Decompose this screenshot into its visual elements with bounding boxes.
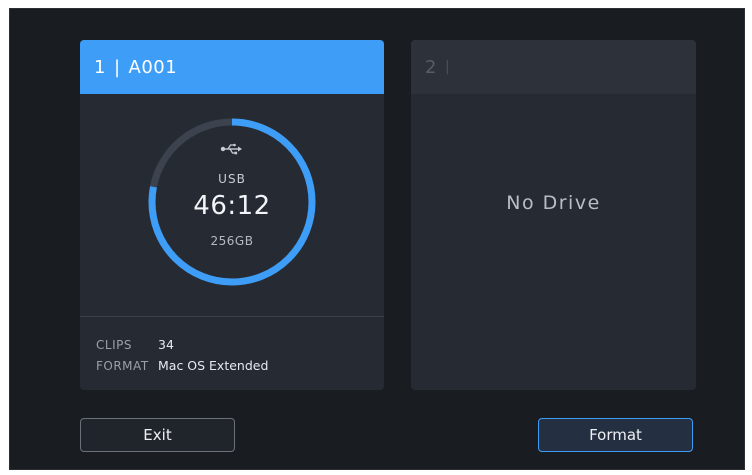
- info-row-clips: CLIPS 34: [96, 334, 268, 355]
- slot-1-divider: [80, 316, 384, 317]
- slot-1-header[interactable]: 1 | A001: [80, 40, 384, 94]
- no-drive-status: No Drive: [506, 192, 601, 214]
- clips-label: CLIPS: [96, 337, 132, 352]
- format-value: Mac OS Extended: [158, 358, 269, 373]
- format-button[interactable]: Format: [538, 418, 693, 452]
- slot-1-separator: |: [113, 56, 121, 78]
- remaining-time: 46:12: [193, 191, 271, 221]
- slot-1-name: A001: [128, 56, 178, 78]
- storage-manager-screen: 1 | A001 USB 46:12 256GB CLIPS 34 FORMAT…: [9, 8, 745, 470]
- slot-2-number: 2: [425, 56, 437, 78]
- capacity-ring-area: USB 46:12 256GB: [80, 94, 384, 316]
- format-label: FORMAT: [96, 358, 149, 373]
- slot-1-number: 1: [94, 56, 106, 78]
- exit-button[interactable]: Exit: [80, 418, 235, 452]
- drive-capacity: 256GB: [210, 234, 254, 248]
- usb-icon: [220, 143, 242, 155]
- clips-value: 34: [158, 337, 174, 352]
- slot-1-info: CLIPS 34 FORMAT Mac OS Extended: [96, 334, 268, 376]
- connection-type: USB: [218, 172, 246, 186]
- slot-2-separator: |: [444, 59, 451, 75]
- info-row-format: FORMAT Mac OS Extended: [96, 355, 268, 376]
- media-slot-1[interactable]: 1 | A001 USB 46:12 256GB CLIPS 34 FORMAT…: [80, 40, 384, 390]
- media-slot-2[interactable]: 2 | No Drive: [411, 40, 696, 390]
- slot-2-header[interactable]: 2 |: [411, 40, 696, 94]
